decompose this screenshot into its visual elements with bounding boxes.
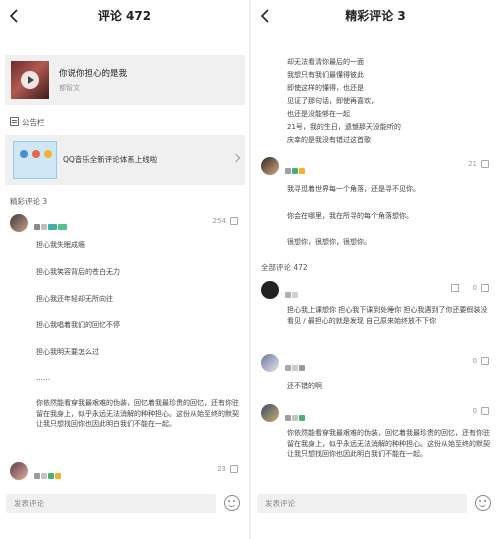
comment-input-bar: 发表评论: [0, 490, 249, 520]
thumbs-up-icon[interactable]: [481, 407, 489, 415]
notice-text: QQ音乐全新评论体系上线啦: [63, 155, 158, 164]
avatar[interactable]: [10, 214, 28, 232]
comment-line: 即使这样的懂得，也还是: [287, 84, 364, 92]
song-card[interactable]: 你说你担心的是我 都智文: [5, 55, 245, 105]
featured-comments-label: 精彩评论 3: [10, 197, 48, 206]
username-emoji[interactable]: [285, 356, 306, 371]
avatar[interactable]: [261, 281, 279, 299]
comment-line: 很想你，很想你，很想你。: [287, 238, 371, 246]
song-title: 你说你担心的是我: [59, 69, 128, 79]
comment-line: 我想只有我们最懂得彼此: [287, 71, 364, 79]
avatar[interactable]: [10, 462, 28, 480]
comment-line: 21号，我的生日，遗憾那天没能听的: [287, 123, 401, 131]
notice-board-label: 公告栏: [22, 118, 45, 127]
top-bar: 精彩评论 3: [251, 0, 500, 32]
comment-line: 担心我唱着我们的回忆不停: [36, 321, 120, 329]
notice-thumbnail: [13, 141, 57, 179]
all-comments-label: 全部评论 472: [261, 263, 308, 272]
username-emoji[interactable]: [285, 159, 306, 174]
notice-board-icon: [10, 117, 19, 126]
play-icon[interactable]: [21, 71, 39, 89]
comments-panel-left: 评论 472 你说你担心的是我 都智文 公告栏 QQ音乐全新评论体系上线啦 精彩…: [0, 0, 249, 539]
top-bar: 评论 472: [0, 0, 249, 32]
comment-line: 担心我笑容背后的苍白无力: [36, 268, 120, 276]
comment-line: ……: [36, 374, 50, 382]
comment-line: 担心我还年轻却无所向往: [36, 295, 113, 303]
chevron-right-icon: [231, 153, 241, 163]
username-emoji[interactable]: [34, 464, 62, 479]
like-count: 0: [472, 407, 477, 415]
comment-paragraph: 你依然能看穿我最艰难的伪装，回忆着我最珍贵的回忆，还有你驻留在我身上，似乎永远无…: [287, 429, 490, 458]
notice-card[interactable]: QQ音乐全新评论体系上线啦: [5, 135, 245, 185]
album-cover: [11, 61, 49, 99]
comment-line: 还不错的啊: [287, 382, 322, 390]
avatar[interactable]: [261, 354, 279, 372]
username-emoji[interactable]: [285, 283, 299, 298]
like-count: 254: [212, 217, 226, 225]
comment-input-placeholder: 发表评论: [265, 499, 295, 508]
comment-paragraph: 你依然能看穿我最艰难的伪装，回忆着我最珍贵的回忆，还有你驻留在我身上，似乎永远无…: [36, 399, 239, 428]
thumbs-up-icon[interactable]: [481, 284, 489, 292]
like-count: 0: [472, 284, 477, 292]
comment-line: 也还是没能够在一起: [287, 110, 350, 118]
avatar[interactable]: [261, 157, 279, 175]
comment-line: 担心我明天要怎么过: [36, 348, 99, 356]
comment-line: 担心我失眠成瘾: [36, 241, 85, 249]
comment-line: 庆幸的是我没有错过这首歌: [287, 136, 371, 144]
like-count: 23: [217, 465, 226, 473]
comment-line: 你会在哪里，我在所寻的每个角落想你。: [287, 212, 413, 220]
avatar[interactable]: [261, 404, 279, 422]
emoji-icon[interactable]: [475, 495, 491, 511]
page-title: 评论 472: [97, 9, 152, 23]
like-count: 0: [472, 357, 477, 365]
comment-input-placeholder: 发表评论: [14, 499, 44, 508]
thumbs-up-icon[interactable]: [230, 465, 238, 473]
username-emoji[interactable]: [285, 406, 306, 421]
comment-line: 我寻觅着世界每一个角落，还是寻不见你。: [287, 185, 420, 193]
comment-paragraph: 担心我上课想你 担心我下课到处睡你 担心我遇到了你还要假装没看见 / 最担心的就…: [287, 306, 488, 325]
comment-line: 见证了那句话，即使再喜欢，: [287, 97, 378, 105]
song-artist: 都智文: [59, 84, 80, 92]
comment-input[interactable]: 发表评论: [257, 494, 467, 513]
comment-input-bar: 发表评论: [251, 490, 500, 520]
like-count: 21: [468, 160, 477, 168]
emoji-icon[interactable]: [224, 495, 240, 511]
comment-line: 却无法看清你最后的一面: [287, 58, 364, 66]
thumbs-up-icon[interactable]: [481, 160, 489, 168]
thumbs-up-icon[interactable]: [481, 357, 489, 365]
page-title: 精彩评论 3: [345, 9, 406, 23]
thumbs-up-icon[interactable]: [230, 217, 238, 225]
comments-panel-right: 精彩评论 3 却无法看清你最后的一面 我想只有我们最懂得彼此 即使这样的懂得，也…: [251, 0, 500, 539]
username-emoji[interactable]: [34, 215, 68, 230]
comment-input[interactable]: 发表评论: [6, 494, 216, 513]
